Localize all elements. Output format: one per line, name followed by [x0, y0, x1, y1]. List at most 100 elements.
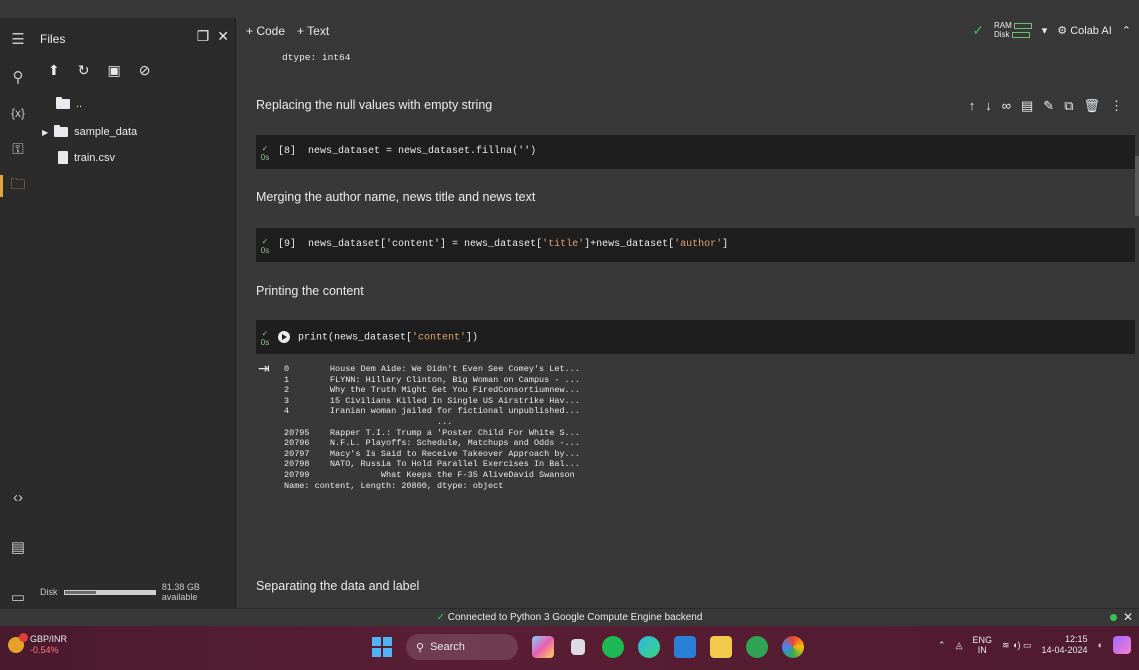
- tree-item-train-csv[interactable]: train.csv: [58, 151, 115, 164]
- mount-drive-icon[interactable]: ▣: [107, 62, 120, 79]
- add-code-button[interactable]: + Code: [246, 24, 285, 38]
- copilot-app-icon[interactable]: [532, 636, 554, 658]
- output-line: 20797 Macy's Is Said to Receive Takeover…: [284, 448, 580, 459]
- folder-icon: [54, 125, 69, 137]
- command-palette-icon[interactable]: ▤: [0, 534, 36, 560]
- output-line: 1 FLYNN: Hillary Clinton, Big Woman on C…: [284, 374, 580, 385]
- close-status-icon[interactable]: ✕: [1123, 610, 1133, 624]
- delete-icon[interactable]: 🗑: [1083, 98, 1100, 114]
- hide-files-icon[interactable]: ⊘: [139, 62, 151, 79]
- runtime-dropdown-icon[interactable]: ▾: [1042, 24, 1048, 37]
- spotify-app-icon[interactable]: [602, 636, 624, 658]
- disk-usage: Disk 81.38 GB available: [40, 582, 200, 602]
- scrollbar[interactable]: [1135, 156, 1139, 216]
- folder-icon: [56, 97, 70, 109]
- move-down-icon[interactable]: ↓: [985, 98, 992, 114]
- teams-app-icon[interactable]: [1113, 636, 1131, 654]
- colab-ai-button[interactable]: ⚙ Colab AI: [1057, 24, 1112, 37]
- stock-widget-icon: [8, 633, 28, 653]
- ram-bar: [1013, 22, 1032, 29]
- output-line: 20798 NATO, Russia To Hold Parallel Exer…: [284, 459, 580, 470]
- upload-file-icon[interactable]: ⬆: [48, 62, 60, 79]
- more-options-icon[interactable]: ⋮: [1110, 98, 1123, 114]
- refresh-icon[interactable]: ↻: [78, 62, 90, 79]
- output-line: ...: [284, 416, 453, 427]
- system-tray: ⌃ ◬ ENG IN ≋ ◖) ▭ 12:15 14-04-2024 ◐: [938, 634, 1131, 656]
- output-line: Name: content, Length: 20800, dtype: obj…: [284, 480, 504, 491]
- code-cell-9[interactable]: ✓ 0s [9] news_dataset['content'] = news_d…: [256, 228, 1135, 262]
- chrome-app-icon[interactable]: [782, 636, 804, 658]
- start-button[interactable]: [372, 637, 392, 657]
- markdown-cell-separating[interactable]: Separating the data and label: [256, 579, 419, 593]
- files-panel-title: Files: [40, 32, 66, 46]
- files-folder-icon[interactable]: 🗀: [0, 173, 36, 199]
- runtime-status-dot: [1110, 614, 1117, 621]
- notification-icon[interactable]: ◐: [1098, 640, 1103, 650]
- cell-status: ✓ 0s: [260, 144, 270, 162]
- output-actions-icon[interactable]: ⇥: [258, 360, 270, 377]
- wifi-volume-battery-icons[interactable]: ≋ ◖) ▭: [1002, 640, 1031, 651]
- move-up-icon[interactable]: ↑: [969, 98, 976, 114]
- open-in-tab-icon[interactable]: ❐: [197, 28, 210, 45]
- run-cell-button[interactable]: [278, 331, 290, 343]
- code-cell-8[interactable]: ✓ 0s [8] news_dataset = news_dataset.fill…: [256, 135, 1135, 169]
- whatsapp-app-icon[interactable]: [746, 636, 768, 658]
- show-hidden-icons[interactable]: ⌃: [938, 640, 946, 651]
- output-line: 20796 N.F.L. Playoffs: Schedule, Matchup…: [284, 438, 580, 449]
- variables-icon[interactable]: {x}: [0, 100, 36, 126]
- notebook-toolbar: + Code + Text ✓ RAM Disk ▾ ⚙ Colab AI ⌃: [236, 18, 1139, 46]
- output-line: 4 Iranian woman jailed for fictional unp…: [284, 406, 580, 417]
- taskbar-search[interactable]: ⚲ Search: [406, 634, 518, 660]
- caret-right-icon[interactable]: ▶: [42, 128, 48, 137]
- code-cell-10[interactable]: ✓ 0s print(news_dataset['content']): [256, 320, 1135, 354]
- edit-icon[interactable]: ✎: [1043, 98, 1054, 114]
- cell-toolbar: ↑ ↓ ∞ ▤ ✎ ⧉ 🗑 ⋮: [969, 98, 1123, 114]
- disk-bar: [1011, 31, 1030, 38]
- task-view-icon[interactable]: [571, 639, 585, 655]
- markdown-cell-null-values[interactable]: Replacing the null values with empty str…: [256, 98, 492, 112]
- status-bar: ✓ Connected to Python 3 Google Compute E…: [0, 608, 1139, 626]
- store-app-icon[interactable]: [674, 636, 696, 658]
- colab-ai-icon: ⚙: [1057, 24, 1071, 37]
- output-line: 0 House Dem Aide: We Didn't Even See Com…: [284, 364, 580, 374]
- parent-folder-item[interactable]: ..: [56, 97, 82, 110]
- close-icon[interactable]: ✕: [217, 28, 229, 45]
- link-icon[interactable]: ∞: [1002, 98, 1011, 114]
- markdown-cell-merging[interactable]: Merging the author name, news title and …: [256, 190, 535, 204]
- file-explorer-icon[interactable]: [710, 636, 732, 658]
- cell-number: [9]: [278, 239, 297, 250]
- check-icon: ✓: [436, 612, 448, 623]
- disk-usage-bar: [63, 589, 156, 595]
- search-icon[interactable]: ⚲: [0, 64, 36, 90]
- cell-output: 0 House Dem Aide: We Didn't Even See Com…: [284, 364, 580, 491]
- resource-monitor[interactable]: RAM Disk: [994, 21, 1032, 39]
- previous-output-tail: dtype: int64: [282, 52, 351, 63]
- collapse-header-icon[interactable]: ⌃: [1122, 24, 1131, 37]
- file-icon: [58, 151, 68, 164]
- comment-icon[interactable]: ▤: [1021, 98, 1033, 114]
- stock-widget[interactable]: GBP/INR -0.54%: [8, 633, 67, 656]
- add-text-button[interactable]: + Text: [297, 24, 329, 38]
- markdown-cell-printing[interactable]: Printing the content: [256, 284, 364, 298]
- windows-taskbar: GBP/INR -0.54% ⚲ Search ⌃ ◬ ENG IN ≋ ◖) ▭…: [0, 626, 1139, 670]
- search-icon: ⚲: [416, 641, 425, 654]
- cell-status: ✓ 0s: [260, 329, 270, 347]
- output-line: 3 15 Civilians Killed In Single US Airst…: [284, 395, 580, 406]
- cell-code: news_dataset = news_dataset.fillna(''): [308, 146, 537, 157]
- mirror-cell-icon[interactable]: ⧉: [1064, 98, 1073, 114]
- secrets-key-icon[interactable]: ⚿: [0, 136, 36, 162]
- language-indicator[interactable]: ENG IN: [973, 635, 993, 655]
- cell-status: ✓ 0s: [260, 237, 270, 255]
- network-widget-icon[interactable]: ◬: [956, 640, 963, 651]
- terminal-icon[interactable]: ▭: [0, 584, 36, 610]
- output-line: 2 Why the Truth Might Get You FiredConso…: [284, 385, 580, 396]
- output-line: 20799 What Keeps the F-35 AliveDavid Swa…: [284, 469, 575, 480]
- disk-usage-fill: [64, 590, 97, 594]
- table-of-contents-icon[interactable]: ☰: [0, 26, 36, 52]
- clock[interactable]: 12:15 14-04-2024: [1042, 634, 1088, 656]
- code-snippets-icon[interactable]: ‹›: [0, 484, 36, 510]
- edge-app-icon[interactable]: [638, 636, 660, 658]
- tree-item-sample-data[interactable]: ▶ sample_data: [42, 125, 137, 138]
- output-line: 20795 Rapper T.I.: Trump a 'Poster Child…: [284, 427, 580, 438]
- files-panel: Files ❐ ✕ ⬆ ↻ ▣ ⊘ .. ▶ sample_data train…: [36, 18, 236, 608]
